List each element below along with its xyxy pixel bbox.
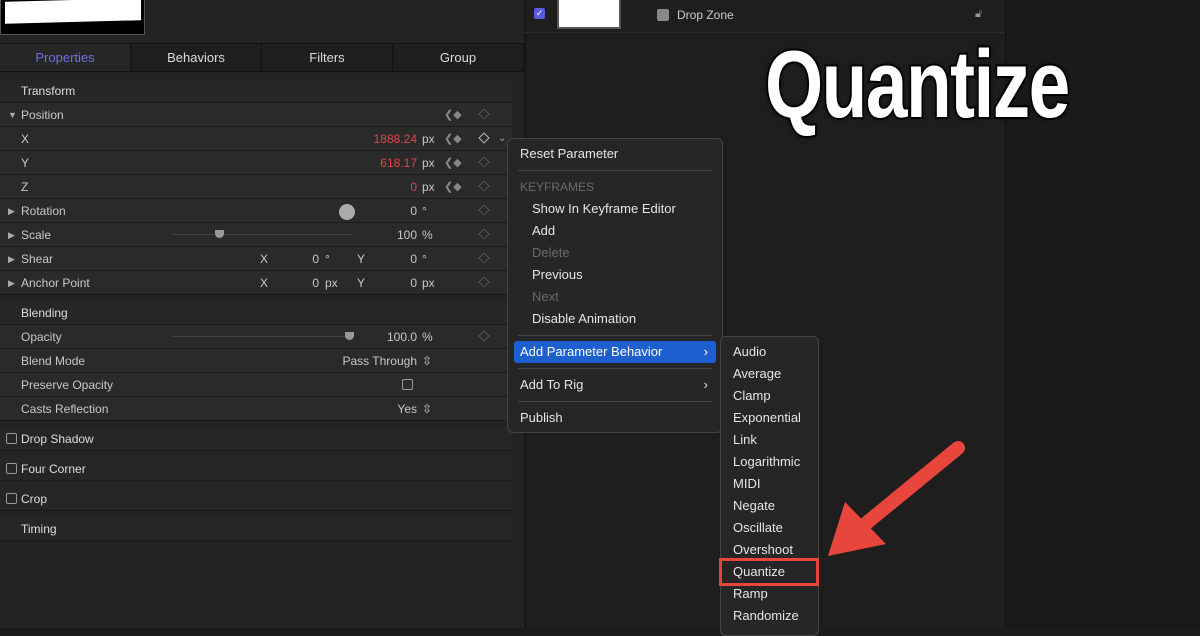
annotation-arrow-icon xyxy=(828,441,965,556)
